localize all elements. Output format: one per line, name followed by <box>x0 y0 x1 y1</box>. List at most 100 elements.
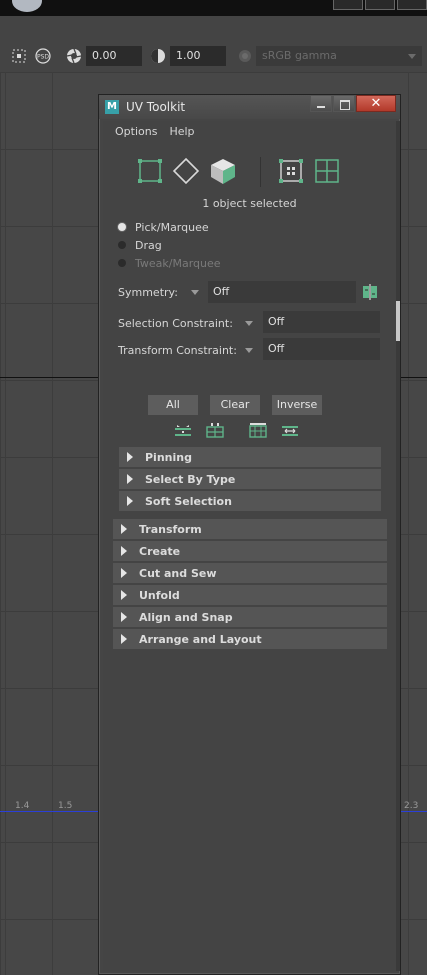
color-management-icon[interactable] <box>237 48 253 64</box>
transform-constraint-field[interactable]: Off <box>263 338 380 360</box>
radio-pick-marquee[interactable]: Pick/Marquee <box>118 219 209 235</box>
gamma-icon[interactable] <box>150 48 166 64</box>
grow-selection-icon[interactable] <box>174 423 192 439</box>
section-label: Soft Selection <box>145 495 232 508</box>
grid-line <box>52 72 53 975</box>
section-select-by-type[interactable]: Select By Type <box>119 469 381 489</box>
close-button[interactable]: ✕ <box>356 95 396 112</box>
color-space-select[interactable]: sRGB gamma <box>256 46 422 66</box>
transform-constraint-label: Transform Constraint: <box>118 344 237 357</box>
scrollbar-track[interactable] <box>396 121 400 971</box>
section-label: Align and Snap <box>139 611 233 624</box>
section-label: Pinning <box>145 451 192 464</box>
radio-tweak-marquee: Tweak/Marquee <box>118 255 221 271</box>
psd-icon[interactable]: PSD <box>33 48 53 64</box>
viewport-toolbar: PSD 0.00 1.00 sRGB gamma <box>0 40 427 72</box>
section-cut-and-sew[interactable]: Cut and Sew <box>113 563 387 583</box>
symmetry-field[interactable]: Off <box>208 281 356 303</box>
symmetry-icon[interactable] <box>362 284 378 300</box>
section-label: Unfold <box>139 589 180 602</box>
gamma-field[interactable]: 1.00 <box>170 46 226 66</box>
radio-label: Drag <box>135 238 162 252</box>
main-close-button[interactable] <box>397 0 427 10</box>
window-controls: ✕ <box>309 95 396 112</box>
grid-line <box>5 72 6 975</box>
window-title: UV Toolkit <box>126 100 186 114</box>
section-create[interactable]: Create <box>113 541 387 561</box>
clear-selection-button[interactable]: Clear <box>210 395 260 415</box>
expand-icon <box>127 474 133 484</box>
expand-icon <box>121 546 127 556</box>
selection-status: 1 object selected <box>202 197 297 210</box>
expand-icon <box>121 524 127 534</box>
aperture-icon[interactable] <box>66 48 82 64</box>
select-shortest-edge-icon[interactable] <box>281 423 299 439</box>
maya-app-icon: M <box>105 100 119 114</box>
menu-help[interactable]: Help <box>169 125 194 141</box>
main-window-controls <box>331 0 427 10</box>
uv-select-icon[interactable] <box>277 157 305 185</box>
top-strip <box>0 0 427 16</box>
symmetry-label: Symmetry: <box>118 286 178 299</box>
section-unfold[interactable]: Unfold <box>113 585 387 605</box>
chevron-down-icon <box>408 54 416 59</box>
maximize-button[interactable] <box>333 95 355 112</box>
selection-constraint-label: Selection Constraint: <box>118 317 233 330</box>
section-label: Cut and Sew <box>139 567 217 580</box>
exposure-field[interactable]: 0.00 <box>86 46 142 66</box>
toolbar-separator <box>260 157 261 187</box>
scrollbar-thumb[interactable] <box>396 301 400 341</box>
uv-toolkit-window: M UV Toolkit ✕ Options Help 1 object sel… <box>98 94 401 975</box>
window-titlebar[interactable]: M UV Toolkit ✕ <box>99 95 400 119</box>
expand-icon <box>121 612 127 622</box>
invert-selection-button[interactable]: Inverse <box>272 395 322 415</box>
grid-line <box>408 72 409 975</box>
select-border-icon[interactable] <box>249 423 267 439</box>
shrink-selection-icon[interactable] <box>206 423 224 439</box>
expand-icon <box>127 452 133 462</box>
radio-drag[interactable]: Drag <box>118 237 162 253</box>
select-all-button[interactable]: All <box>148 395 198 415</box>
radio-indicator[interactable] <box>118 241 126 249</box>
section-label: Select By Type <box>145 473 236 486</box>
expand-icon <box>121 568 127 578</box>
vertex-select-icon[interactable] <box>136 157 164 185</box>
axis-label: 1.4 <box>15 801 30 811</box>
expand-icon <box>121 634 127 644</box>
radio-indicator <box>118 259 126 267</box>
chevron-down-icon[interactable] <box>245 348 253 353</box>
menu-bar: Options Help <box>103 121 396 141</box>
psd-label: PSD <box>37 54 49 61</box>
section-arrange-and-layout[interactable]: Arrange and Layout <box>113 629 387 649</box>
minimize-button[interactable] <box>310 95 332 112</box>
selection-constraint-field[interactable]: Off <box>263 311 380 333</box>
symmetry-row: Symmetry: Off <box>103 281 396 303</box>
uv-shell-select-icon[interactable] <box>313 157 341 185</box>
main-minimize-button[interactable] <box>333 0 363 10</box>
radio-label: Tweak/Marquee <box>135 256 221 270</box>
face-select-icon[interactable] <box>209 157 237 185</box>
section-label: Transform <box>139 523 202 536</box>
section-label: Create <box>139 545 181 558</box>
section-label: Arrange and Layout <box>139 633 262 646</box>
expand-icon <box>127 496 133 506</box>
uv-shell-icon[interactable] <box>11 48 27 64</box>
chevron-down-icon[interactable] <box>191 290 199 295</box>
section-soft-selection[interactable]: Soft Selection <box>119 491 381 511</box>
edge-select-icon[interactable] <box>172 157 200 185</box>
color-space-value: sRGB gamma <box>262 49 337 62</box>
main-maximize-button[interactable] <box>365 0 395 10</box>
app-logo <box>12 0 42 12</box>
toolkit-content: Options Help 1 object selected Pick/Marq… <box>103 121 400 971</box>
axis-label: 2.3 <box>404 801 419 811</box>
section-align-and-snap[interactable]: Align and Snap <box>113 607 387 627</box>
radio-label: Pick/Marquee <box>135 220 209 234</box>
expand-icon <box>121 590 127 600</box>
chevron-down-icon[interactable] <box>245 321 253 326</box>
section-pinning[interactable]: Pinning <box>119 447 381 467</box>
menu-options[interactable]: Options <box>115 125 157 141</box>
radio-indicator[interactable] <box>118 223 126 231</box>
selection-tools-row <box>103 423 396 439</box>
axis-label: 1.5 <box>58 801 73 811</box>
section-transform[interactable]: Transform <box>113 519 387 539</box>
